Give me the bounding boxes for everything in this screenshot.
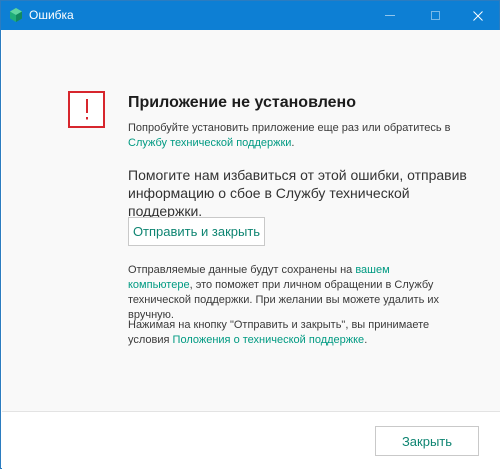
- error-heading: Приложение не установлено: [128, 94, 356, 111]
- minimize-button[interactable]: [369, 1, 411, 30]
- minimize-icon: [385, 15, 395, 16]
- retry-message-end: .: [291, 137, 295, 149]
- title-bar[interactable]: Ошибка: [1, 1, 499, 30]
- close-window-button[interactable]: [457, 1, 499, 30]
- terms-end: .: [364, 334, 368, 346]
- close-icon: [473, 10, 483, 21]
- retry-message-text: Попробуйте установить приложение еще раз…: [128, 122, 451, 134]
- error-exclamation-icon: [68, 91, 105, 128]
- dialog-footer: Закрыть: [2, 411, 500, 469]
- support-terms-link[interactable]: Положения о технической поддержке: [173, 334, 365, 346]
- report-request-text: Помогите нам избавиться от этой ошибки, …: [128, 167, 467, 219]
- support-link[interactable]: Службу технической поддержки: [128, 137, 291, 149]
- data-storage-text: Отправляемые данные будут сохранены на: [128, 264, 356, 276]
- data-storage-note: Отправляемые данные будут сохранены на в…: [128, 263, 453, 323]
- close-button[interactable]: Закрыть: [375, 426, 479, 456]
- terms-note: Нажимая на кнопку "Отправить и закрыть",…: [128, 318, 458, 348]
- maximize-icon: [430, 11, 440, 20]
- error-dialog-window: Ошибка Приложение не установлено Попробу…: [0, 0, 500, 469]
- app-shield-icon: [9, 8, 23, 22]
- window-title: Ошибка: [29, 8, 74, 22]
- send-and-close-button[interactable]: Отправить и закрыть: [128, 217, 265, 246]
- maximize-button[interactable]: [414, 1, 456, 30]
- retry-message: Попробуйте установить приложение еще раз…: [128, 121, 458, 151]
- dialog-content: Приложение не установлено Попробуйте уст…: [2, 30, 500, 411]
